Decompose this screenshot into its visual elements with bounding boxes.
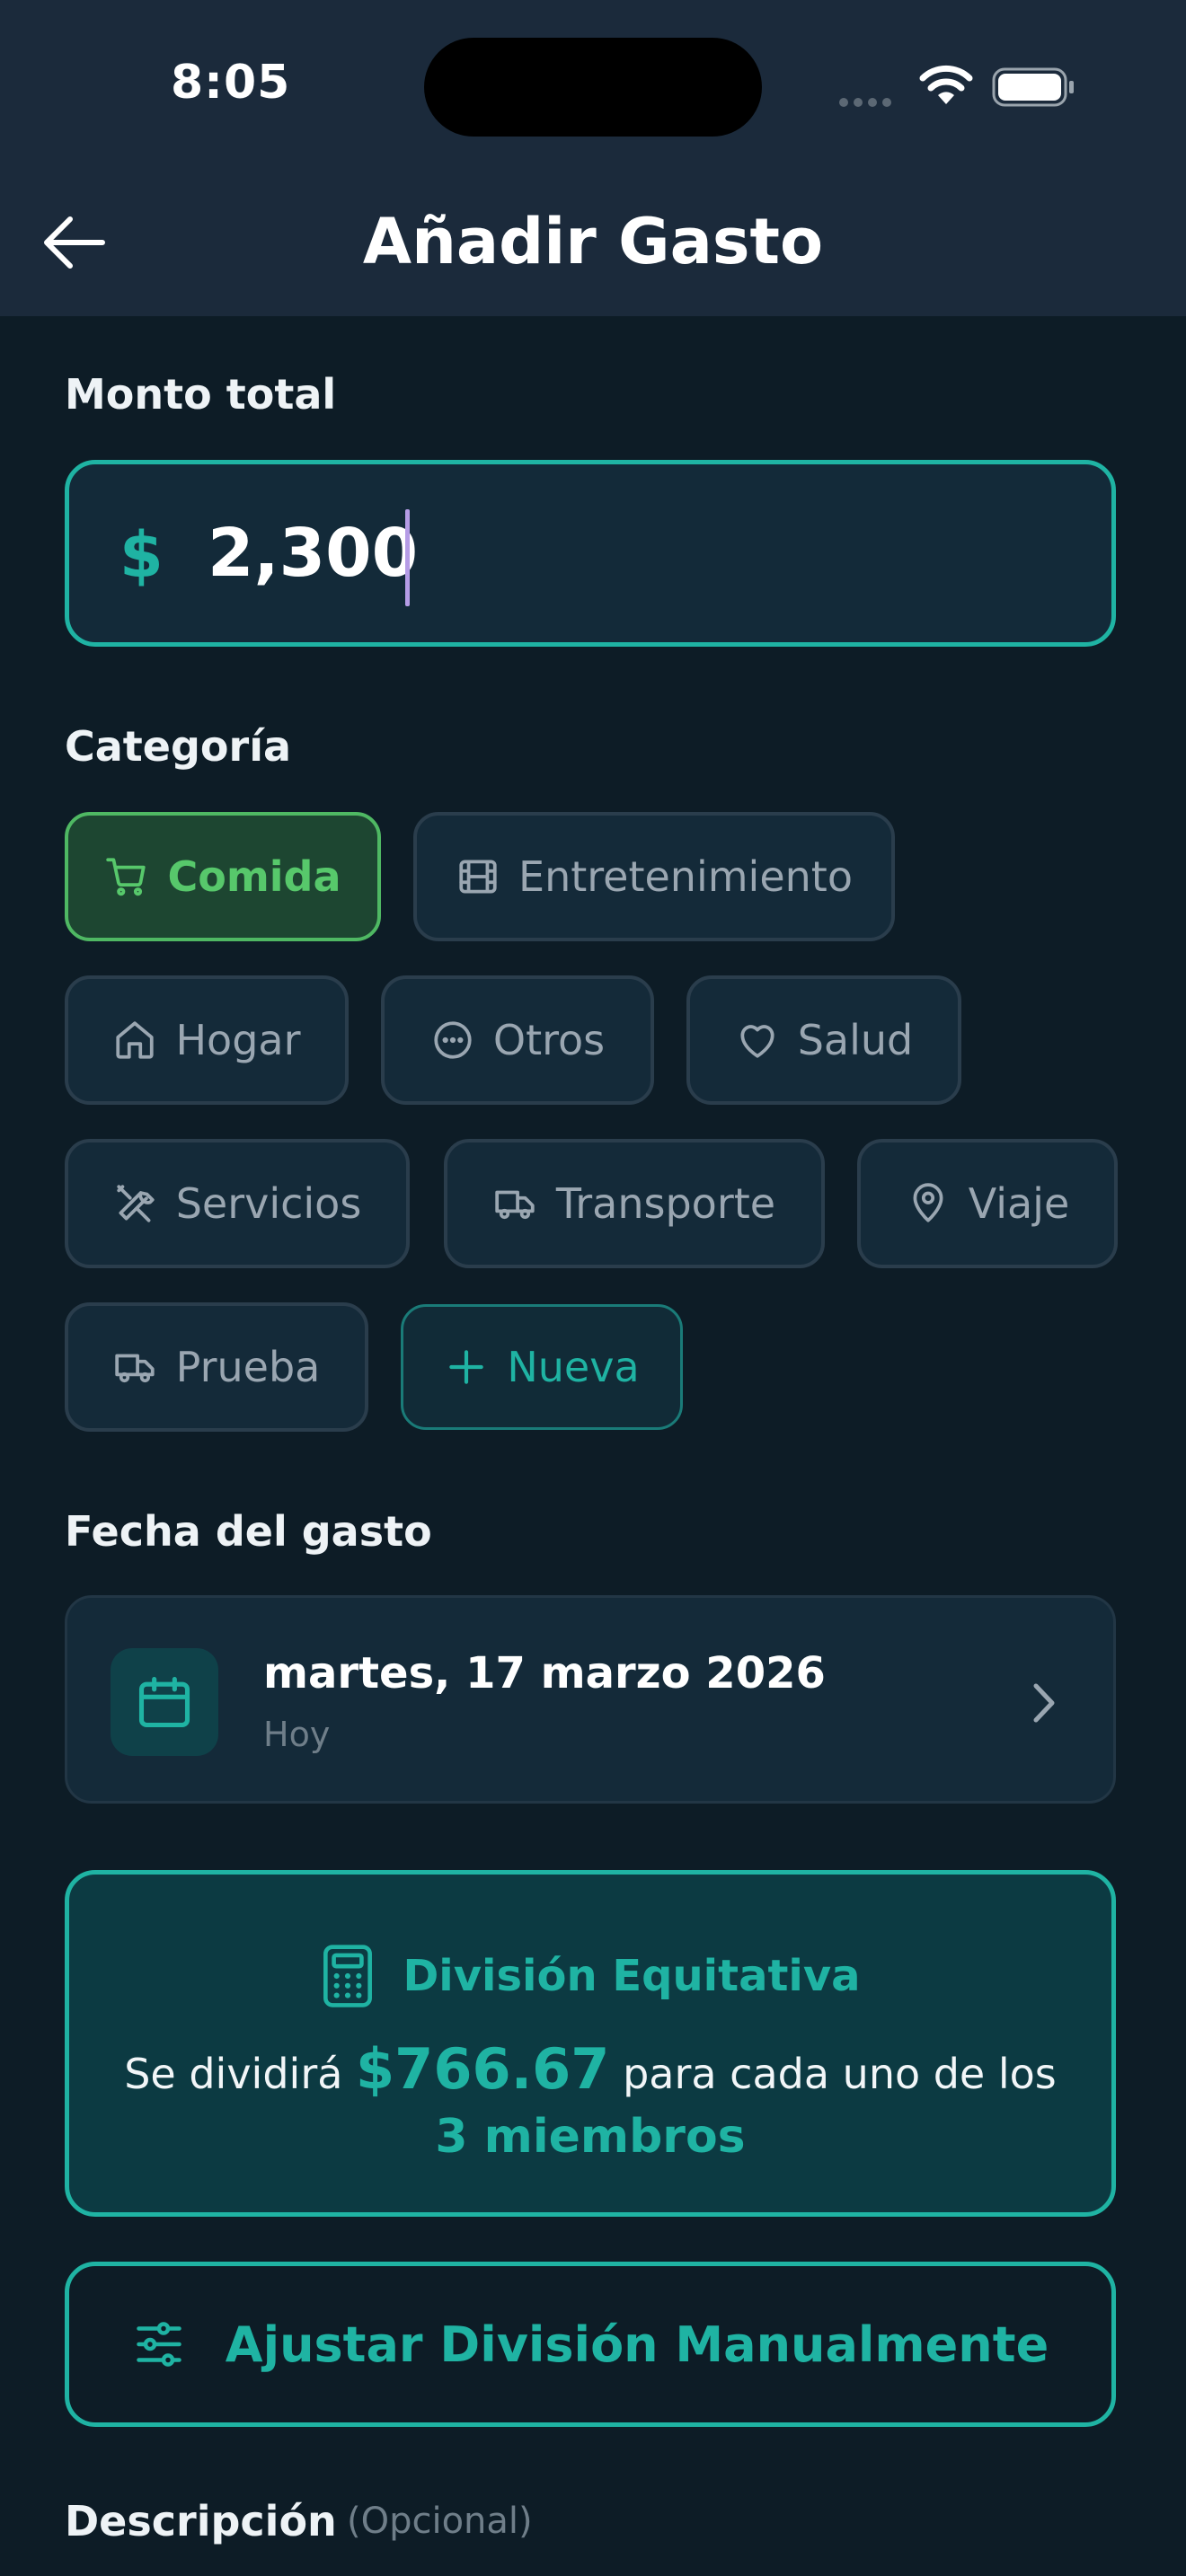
sliders-icon [137, 2322, 181, 2367]
plus-icon [449, 1350, 484, 1384]
date-sub: Hoy [263, 1715, 331, 1754]
date-label: Fecha del gasto [65, 1507, 432, 1556]
category-chip-hogar[interactable]: Hogar [65, 975, 349, 1105]
text-cursor [405, 509, 410, 606]
heart-icon [740, 1025, 774, 1058]
calculator-icon [323, 1945, 373, 2007]
split-title: División Equitativa [403, 1951, 861, 2001]
cellular-signal-icon [839, 93, 897, 110]
app-header: 8:05 Añadir Gasto [0, 0, 1186, 316]
new-category-button[interactable]: Nueva [401, 1304, 683, 1430]
adjust-split-label: Ajustar División Manualmente [225, 2316, 1049, 2373]
equal-split-card: División Equitativa Se dividirá $766.67 … [65, 1870, 1116, 2217]
page-title: Añadir Gasto [362, 205, 824, 278]
wifi-icon [919, 65, 973, 104]
chip-label: Viaje [968, 1179, 1070, 1228]
date-picker[interactable]: martes, 17 marzo 2026 Hoy [65, 1595, 1116, 1804]
split-text-before: Se dividirá [124, 2050, 343, 2098]
amount-input[interactable]: $ 2,300 [65, 460, 1116, 647]
description-optional: (Opcional) [347, 2501, 533, 2542]
category-chip-transporte[interactable]: Transporte [444, 1139, 825, 1268]
currency-symbol: $ [119, 518, 164, 592]
category-chip-salud[interactable]: Salud [686, 975, 961, 1105]
category-chip-viaje[interactable]: Viaje [857, 1139, 1118, 1268]
tools-icon [117, 1185, 155, 1222]
category-chip-servicios[interactable]: Servicios [65, 1139, 410, 1268]
amount-value: 2,300 [208, 515, 419, 592]
status-time: 8:05 [171, 56, 291, 110]
more-circle-icon [434, 1021, 472, 1059]
chip-label: Transporte [555, 1179, 776, 1228]
film-icon [459, 860, 497, 894]
chevron-right-icon [1033, 1683, 1055, 1723]
calendar-icon-container [111, 1648, 218, 1756]
chip-label: Servicios [175, 1179, 362, 1228]
new-category-label: Nueva [507, 1343, 640, 1391]
battery-icon [992, 67, 1074, 107]
category-chip-comida[interactable]: Comida [65, 812, 381, 941]
category-label: Categoría [65, 722, 292, 771]
dynamic-island [424, 38, 762, 137]
cart-icon [106, 858, 146, 896]
chip-label: Comida [167, 852, 341, 901]
category-chip-prueba[interactable]: Prueba [65, 1302, 368, 1432]
category-chip-entretenimiento[interactable]: Entretenimiento [413, 812, 895, 941]
chip-label: Otros [492, 1016, 606, 1064]
split-amount: $766.67 [356, 2036, 610, 2102]
split-members: 3 miembros [435, 2110, 746, 2164]
map-pin-icon [913, 1183, 943, 1222]
split-text-after: para cada uno de los [623, 2050, 1057, 2098]
adjust-split-button[interactable]: Ajustar División Manualmente [65, 2262, 1116, 2427]
truck-icon [495, 1190, 535, 1220]
calendar-icon [138, 1676, 190, 1728]
chip-label: Hogar [175, 1016, 301, 1064]
date-value: martes, 17 marzo 2026 [263, 1648, 826, 1698]
chip-label: Salud [797, 1016, 914, 1064]
home-icon [116, 1021, 155, 1059]
truck-icon [114, 1354, 155, 1383]
chip-label: Prueba [175, 1343, 321, 1391]
description-label: Descripción [65, 2497, 337, 2545]
chip-label: Entretenimiento [518, 852, 853, 901]
category-chip-otros[interactable]: Otros [381, 975, 654, 1105]
amount-label: Monto total [65, 370, 337, 419]
split-description: Se dividirá $766.67 para cada uno de los [69, 2036, 1111, 2102]
split-header: División Equitativa [69, 1943, 1111, 2009]
